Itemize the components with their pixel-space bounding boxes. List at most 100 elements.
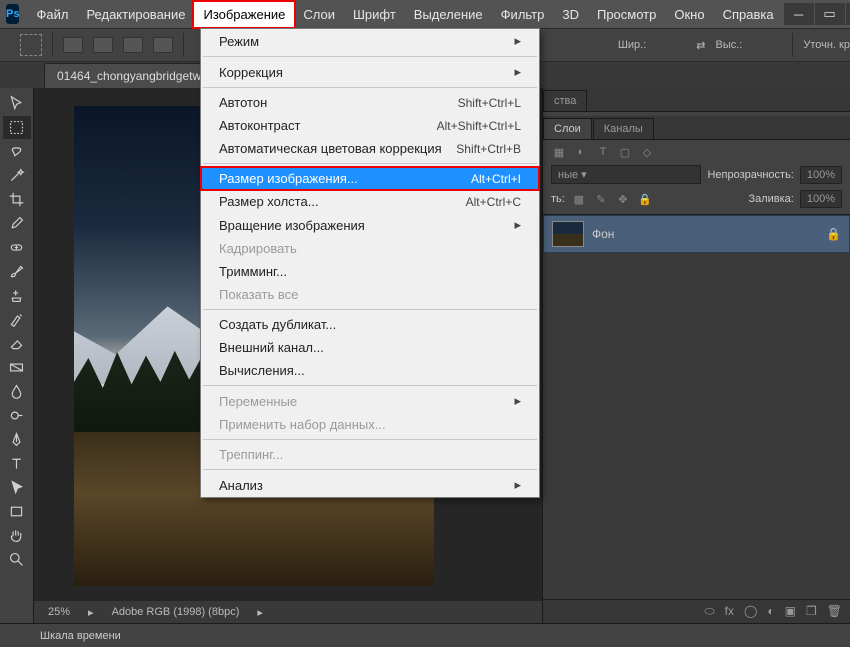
layer-fx-icon[interactable]: fx	[725, 604, 734, 619]
menu-item[interactable]: Вычисления...	[201, 359, 539, 382]
channels-tab[interactable]: Каналы	[593, 118, 654, 139]
adjustment-layer-icon[interactable]: ◐	[767, 604, 774, 619]
eraser-tool[interactable]	[3, 332, 31, 355]
menu-3d[interactable]: 3D	[553, 2, 588, 27]
gradient-tool[interactable]	[3, 356, 31, 379]
opacity-label: Непрозрачность:	[707, 169, 793, 181]
properties-tab[interactable]: ства	[543, 90, 587, 111]
menu-item[interactable]: Коррекция▸	[201, 60, 539, 84]
fill-field[interactable]: 100%	[800, 190, 842, 208]
zoom-value[interactable]: 25%	[48, 606, 70, 618]
lasso-tool[interactable]	[3, 140, 31, 163]
menu-просмотр[interactable]: Просмотр	[588, 2, 665, 27]
menu-item: Показать все	[201, 283, 539, 306]
height-label: Выс.:	[716, 39, 743, 51]
rectangle-tool[interactable]	[3, 500, 31, 523]
move-tool[interactable]	[3, 92, 31, 115]
filter-adjust-icon[interactable]: ◐	[573, 146, 589, 159]
filter-pixel-icon[interactable]: ▦	[551, 146, 567, 159]
lock-position-icon[interactable]: ✥	[615, 193, 631, 206]
selection-mode-intersect[interactable]	[153, 37, 173, 53]
menu-item[interactable]: Создать дубликат...	[201, 313, 539, 336]
menu-item-label: Анализ	[219, 478, 514, 493]
menu-item[interactable]: Анализ▸	[201, 473, 539, 497]
filter-shape-icon[interactable]: ▢	[617, 146, 633, 159]
layer-options: ▦ ◐ T ▢ ◇ ные ▾ Непрозрачность: 100% ть:…	[543, 140, 850, 215]
menu-item[interactable]: Размер холста...Alt+Ctrl+C	[201, 190, 539, 213]
menu-item[interactable]: Размер изображения...Alt+Ctrl+I	[201, 167, 539, 190]
magic-wand-tool[interactable]	[3, 164, 31, 187]
swap-icon[interactable]: ⇄	[696, 39, 705, 52]
selection-mode-add[interactable]	[93, 37, 113, 53]
blend-mode-select[interactable]: ные ▾	[551, 165, 701, 184]
opacity-field[interactable]: 100%	[800, 166, 842, 184]
blur-tool[interactable]	[3, 380, 31, 403]
submenu-arrow-icon: ▸	[514, 477, 521, 493]
menu-справка[interactable]: Справка	[714, 2, 783, 27]
hand-tool[interactable]	[3, 524, 31, 547]
menu-item[interactable]: АвтотонShift+Ctrl+L	[201, 91, 539, 114]
crop-tool[interactable]	[3, 188, 31, 211]
lock-all-icon[interactable]: 🔒	[637, 193, 653, 206]
fill-label: Заливка:	[748, 193, 793, 205]
filter-smart-icon[interactable]: ◇	[639, 146, 655, 159]
brush-tool[interactable]	[3, 260, 31, 283]
marquee-preset-icon[interactable]	[20, 34, 42, 56]
document-tab[interactable]: 01464_chongyangbridgetw...	[44, 63, 223, 88]
selection-mode-new[interactable]	[63, 37, 83, 53]
clone-stamp-tool[interactable]	[3, 284, 31, 307]
menu-item[interactable]: АвтоконтрастAlt+Shift+Ctrl+L	[201, 114, 539, 137]
menu-фильтр[interactable]: Фильтр	[492, 2, 554, 27]
menu-редактирование[interactable]: Редактирование	[77, 2, 194, 27]
layer-thumbnail[interactable]	[552, 221, 584, 247]
selection-mode-subtract[interactable]	[123, 37, 143, 53]
panels-column: ства Слои Каналы ▦ ◐ T ▢ ◇ ные ▾ Непрозр…	[542, 88, 850, 623]
menu-item-shortcut: Alt+Shift+Ctrl+L	[437, 119, 521, 133]
menu-item-label: Применить набор данных...	[219, 417, 521, 432]
menu-окно[interactable]: Окно	[665, 2, 713, 27]
menu-item-label: Показать все	[219, 287, 521, 302]
healing-brush-tool[interactable]	[3, 236, 31, 259]
refine-edge-button[interactable]: Уточн. кр	[803, 39, 850, 51]
menu-item[interactable]: Вращение изображения▸	[201, 213, 539, 237]
history-brush-tool[interactable]	[3, 308, 31, 331]
submenu-arrow-icon: ▸	[514, 64, 521, 80]
submenu-arrow-icon: ▸	[514, 33, 521, 49]
marquee-tool[interactable]	[3, 116, 31, 139]
group-icon[interactable]: ▣	[785, 604, 796, 619]
type-tool[interactable]	[3, 452, 31, 475]
lock-pixels-icon[interactable]: ✎	[593, 193, 609, 206]
maximize-button[interactable]: ▭	[815, 3, 845, 25]
menu-файл[interactable]: Файл	[27, 2, 77, 27]
layer-mask-icon[interactable]: ◯	[744, 604, 757, 619]
lock-transparency-icon[interactable]: ▩	[571, 193, 587, 206]
path-selection-tool[interactable]	[3, 476, 31, 499]
menu-item[interactable]: Внешний канал...	[201, 336, 539, 359]
menu-item-shortcut: Shift+Ctrl+L	[458, 96, 521, 110]
minimize-button[interactable]: ─	[784, 3, 814, 25]
menu-слои[interactable]: Слои	[294, 2, 344, 27]
timeline-tab[interactable]: Шкала времени	[40, 630, 121, 642]
layers-tab[interactable]: Слои	[543, 118, 592, 139]
menu-item-shortcut: Alt+Ctrl+I	[471, 172, 521, 186]
image-menu-dropdown: Режим▸ Коррекция▸ АвтотонShift+Ctrl+LАвток…	[200, 28, 540, 498]
layer-row-background[interactable]: Фон 🔒	[543, 215, 850, 253]
delete-layer-icon[interactable]: 🗑	[827, 604, 842, 619]
menu-item[interactable]: Автоматическая цветовая коррекцияShift+C…	[201, 137, 539, 160]
submenu-arrow-icon: ▸	[514, 393, 521, 409]
color-profile: Adobe RGB (1998) (8bpc)	[112, 606, 240, 618]
pen-tool[interactable]	[3, 428, 31, 451]
eyedropper-tool[interactable]	[3, 212, 31, 235]
width-label: Шир.:	[618, 39, 646, 51]
zoom-tool[interactable]	[3, 548, 31, 571]
menu-выделение[interactable]: Выделение	[405, 2, 492, 27]
new-layer-icon[interactable]: ❐	[806, 604, 817, 619]
dodge-tool[interactable]	[3, 404, 31, 427]
menu-item[interactable]: Режим▸	[201, 29, 539, 53]
filter-type-icon[interactable]: T	[595, 146, 611, 159]
menu-item[interactable]: Тримминг...	[201, 260, 539, 283]
menu-шрифт[interactable]: Шрифт	[344, 2, 405, 27]
menu-изображение[interactable]: Изображение	[194, 2, 294, 27]
link-layers-icon[interactable]: ⬭	[704, 604, 714, 619]
close-button[interactable]: ✕	[846, 3, 850, 25]
